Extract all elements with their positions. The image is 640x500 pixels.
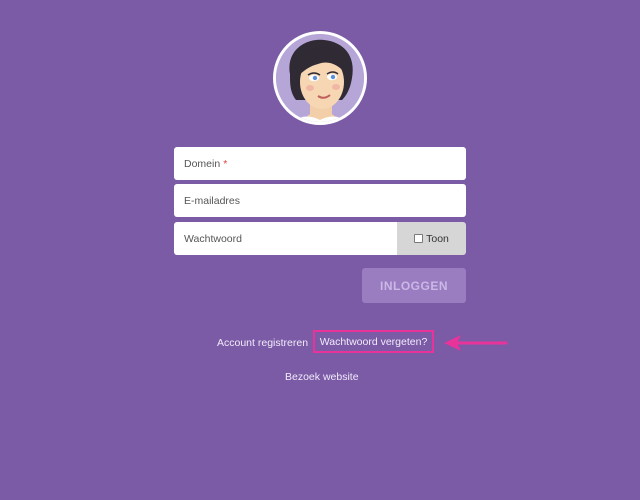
avatar-illustration-icon bbox=[276, 34, 364, 122]
show-password-toggle[interactable]: Toon bbox=[397, 222, 466, 255]
email-field[interactable]: E-mailadres bbox=[174, 184, 466, 217]
arrow-left-icon bbox=[444, 335, 508, 351]
required-marker: * bbox=[223, 157, 228, 170]
avatar bbox=[273, 31, 367, 125]
visit-website-link[interactable]: Bezoek website bbox=[285, 371, 359, 383]
register-link[interactable]: Account registreren bbox=[217, 337, 308, 349]
domain-field[interactable]: Domein * bbox=[174, 147, 466, 180]
forgot-password-link[interactable]: Wachtwoord vergeten? bbox=[313, 330, 434, 353]
login-button[interactable]: INLOGGEN bbox=[362, 268, 466, 303]
email-label: E-mailadres bbox=[184, 194, 241, 207]
show-password-checkbox[interactable] bbox=[414, 234, 424, 243]
show-password-label: Toon bbox=[426, 232, 449, 245]
password-label: Wachtwoord bbox=[184, 232, 242, 245]
password-field[interactable]: Wachtwoord bbox=[174, 222, 397, 255]
domain-label: Domein bbox=[184, 157, 221, 170]
